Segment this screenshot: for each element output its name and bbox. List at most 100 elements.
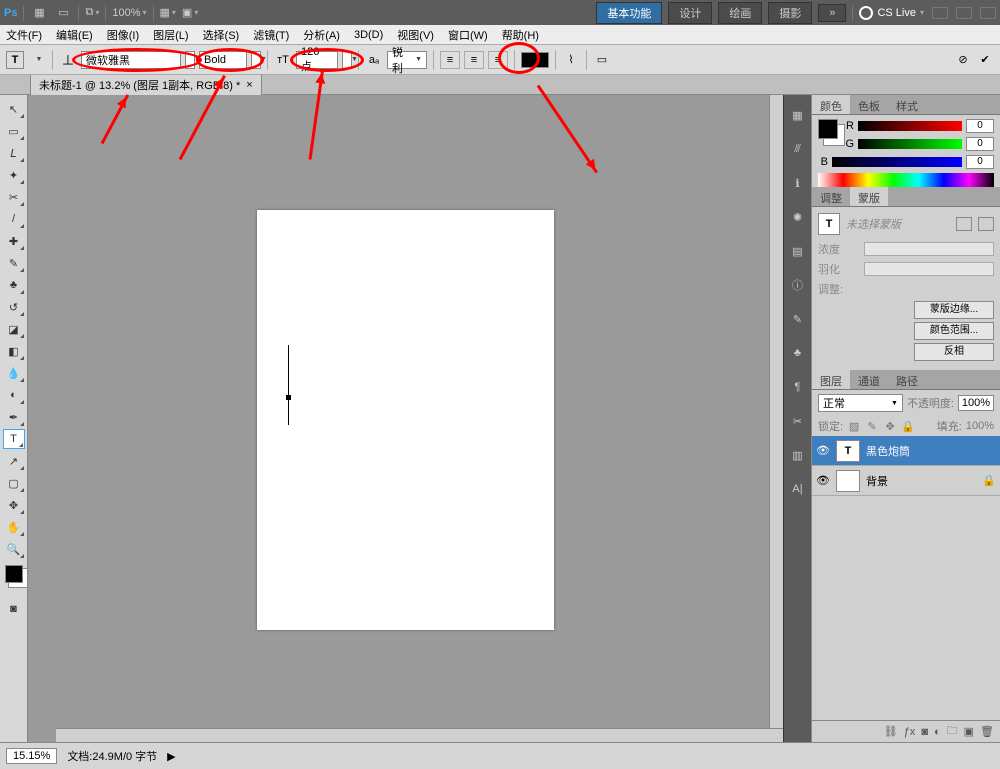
- hand-tool[interactable]: ✋: [3, 517, 25, 537]
- cslive-dropdown[interactable]: CS Live: [859, 6, 924, 20]
- extras-dropdown[interactable]: ▣: [182, 6, 198, 19]
- eyedropper-tool[interactable]: /: [3, 209, 25, 229]
- toolpresets-icon[interactable]: ✂: [788, 411, 808, 431]
- measure-icon[interactable]: ▥: [788, 445, 808, 465]
- value-r[interactable]: 0: [966, 119, 994, 133]
- nav-icon[interactable]: ▦: [788, 105, 808, 125]
- screen-mode-dropdown[interactable]: ⧉: [85, 6, 99, 19]
- pen-tool[interactable]: ✒: [3, 407, 25, 427]
- brush-preset-icon[interactable]: ✎: [788, 309, 808, 329]
- menu-3d[interactable]: 3D(D): [354, 29, 383, 41]
- status-zoom[interactable]: 15.15%: [6, 748, 57, 764]
- blend-mode-select[interactable]: 正常: [818, 394, 903, 412]
- window-minimize[interactable]: [932, 7, 948, 19]
- crop-tool[interactable]: ✂: [3, 187, 25, 207]
- tab-styles[interactable]: 样式: [888, 95, 926, 114]
- move-tool[interactable]: ↖: [3, 99, 25, 119]
- layer-name[interactable]: 背景: [866, 473, 888, 489]
- lock-position-icon[interactable]: ✥: [883, 419, 897, 433]
- quickmask-toggle[interactable]: ◙: [3, 599, 25, 619]
- layer-row[interactable]: 👁 背景 🔒: [812, 466, 1000, 496]
- menu-edit[interactable]: 编辑(E): [56, 27, 93, 43]
- menu-layer[interactable]: 图层(L): [153, 27, 188, 43]
- wand-tool[interactable]: ✦: [3, 165, 25, 185]
- lock-all-icon[interactable]: 🔒: [901, 419, 915, 433]
- tab-swatches[interactable]: 色板: [850, 95, 888, 114]
- pixel-mask-icon[interactable]: [956, 217, 972, 231]
- menu-filter[interactable]: 滤镜(T): [253, 27, 289, 43]
- color-fgbg-swatch[interactable]: [818, 119, 838, 139]
- lock-transparent-icon[interactable]: ▨: [847, 419, 861, 433]
- layer-name[interactable]: 黑色炮筒: [866, 443, 910, 459]
- paragraph-icon[interactable]: ¶: [788, 377, 808, 397]
- mask-invert-button[interactable]: 反相: [914, 343, 994, 361]
- color-swatch[interactable]: [5, 565, 23, 583]
- adjustment-layer-icon[interactable]: ◐: [934, 726, 941, 738]
- vector-mask-icon[interactable]: [978, 217, 994, 231]
- blur-tool[interactable]: 💧: [3, 363, 25, 383]
- menu-window[interactable]: 窗口(W): [448, 27, 488, 43]
- text-align-right[interactable]: ≡: [488, 51, 508, 69]
- workspace-design[interactable]: 设计: [668, 2, 712, 24]
- swatches-icon[interactable]: ▤: [788, 241, 808, 261]
- history-brush-tool[interactable]: ↺: [3, 297, 25, 317]
- layer-thumb[interactable]: [836, 470, 860, 492]
- tool-preset-dropdown[interactable]: [28, 51, 46, 69]
- group-icon[interactable]: 🗀: [947, 722, 958, 741]
- fx-icon[interactable]: ƒx: [904, 726, 916, 738]
- 3d-tool[interactable]: ✥: [3, 495, 25, 515]
- arrange-dropdown[interactable]: ▦: [160, 6, 176, 19]
- tab-mask[interactable]: 蒙版: [850, 187, 888, 206]
- font-style-select[interactable]: Bold: [199, 51, 247, 69]
- font-family-select[interactable]: 微软雅黑: [81, 51, 181, 69]
- font-size-dropdown[interactable]: [342, 51, 352, 69]
- warp-text-icon[interactable]: ⌇: [562, 51, 580, 69]
- cancel-edits-icon[interactable]: ⊘: [954, 51, 972, 69]
- lock-pixels-icon[interactable]: ✎: [865, 419, 879, 433]
- mask-thumb[interactable]: T: [818, 213, 840, 235]
- minibridge-icon[interactable]: ▭: [54, 4, 72, 22]
- slider-r[interactable]: [858, 121, 962, 131]
- mask-feather-slider[interactable]: [864, 262, 994, 276]
- marquee-tool[interactable]: ▭: [3, 121, 25, 141]
- mask-edge-button[interactable]: 蒙版边缘...: [914, 301, 994, 319]
- menu-select[interactable]: 选择(S): [203, 27, 240, 43]
- layer-row[interactable]: 👁 T 黑色炮筒: [812, 436, 1000, 466]
- text-align-center[interactable]: ≡: [464, 51, 484, 69]
- tab-paths[interactable]: 路径: [888, 370, 926, 389]
- font-size-select[interactable]: 120 点: [296, 51, 338, 69]
- layer-visibility-icon[interactable]: 👁: [816, 444, 830, 457]
- slider-g[interactable]: [858, 139, 962, 149]
- layer-visibility-icon[interactable]: 👁: [816, 474, 830, 487]
- zoom-dropdown[interactable]: 100%: [112, 7, 146, 19]
- new-layer-icon[interactable]: ▣: [964, 725, 974, 738]
- workspace-essentials[interactable]: 基本功能: [596, 2, 662, 24]
- clone-icon[interactable]: ♣: [788, 343, 808, 363]
- lasso-tool[interactable]: 𝘓: [3, 143, 25, 163]
- window-maximize[interactable]: [956, 7, 972, 19]
- status-dropdown-icon[interactable]: ▶: [167, 750, 175, 763]
- mask-colorrange-button[interactable]: 颜色范围...: [914, 322, 994, 340]
- canvas-scroll-vertical[interactable]: [769, 95, 783, 728]
- tab-channels[interactable]: 通道: [850, 370, 888, 389]
- stamp-tool[interactable]: ♣: [3, 275, 25, 295]
- fill-value[interactable]: 100%: [966, 420, 994, 432]
- font-style-dropdown[interactable]: [251, 51, 261, 69]
- layer-thumb[interactable]: T: [836, 440, 860, 462]
- document-tab-close[interactable]: ×: [246, 79, 252, 91]
- document-tab[interactable]: 未标题-1 @ 13.2% (图层 1副本, RGB/8) * ×: [30, 74, 262, 96]
- text-color-swatch[interactable]: [521, 52, 549, 68]
- info-icon[interactable]: ℹ: [788, 173, 808, 193]
- histogram-icon[interactable]: ⫻: [788, 139, 808, 159]
- menu-analysis[interactable]: 分析(A): [303, 27, 340, 43]
- menu-image[interactable]: 图像(I): [107, 27, 139, 43]
- slider-b[interactable]: [832, 157, 962, 167]
- path-select-tool[interactable]: ↗: [3, 451, 25, 471]
- eraser-tool[interactable]: ◪: [3, 319, 25, 339]
- value-g[interactable]: 0: [966, 137, 994, 151]
- link-layers-icon[interactable]: ⛓: [884, 725, 898, 738]
- workspace-photo[interactable]: 摄影: [768, 2, 812, 24]
- canvas-scroll-horizontal[interactable]: [56, 728, 783, 742]
- zoom-tool[interactable]: 🔍: [3, 539, 25, 559]
- workspace-more[interactable]: »: [818, 4, 846, 22]
